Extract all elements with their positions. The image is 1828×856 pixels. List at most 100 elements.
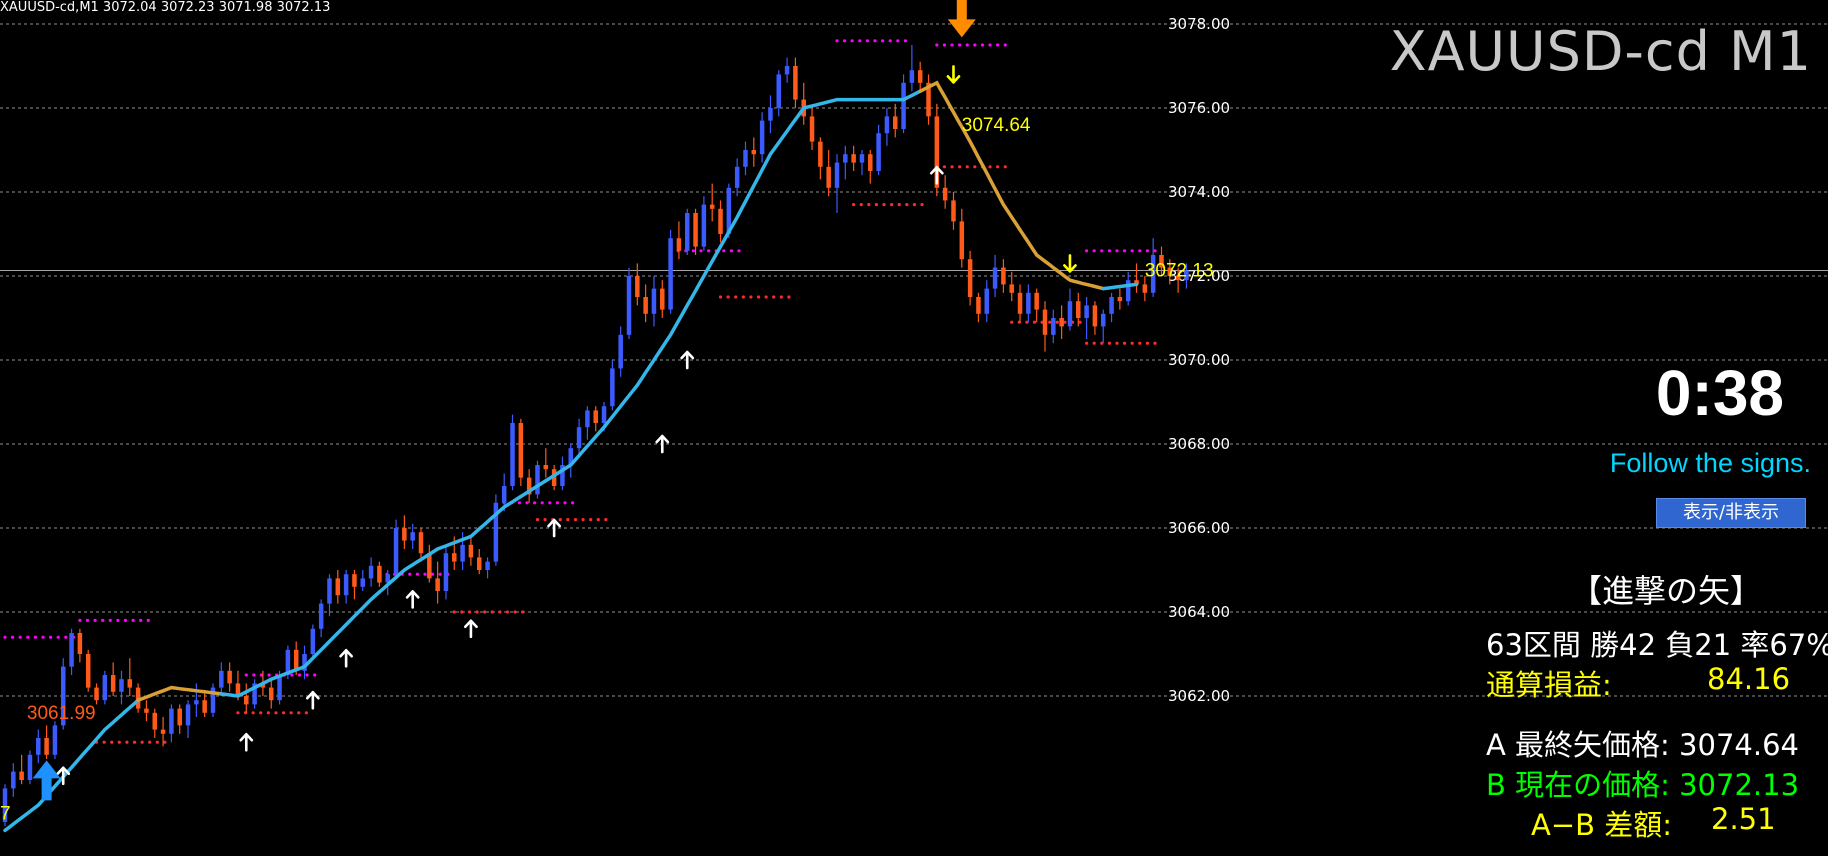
candle-body (884, 116, 890, 134)
resistance-dot (1092, 249, 1096, 253)
support-dot (1123, 341, 1127, 345)
resistance-dot (139, 618, 143, 623)
support-dot (764, 295, 768, 299)
last-arrow-price: A 最終矢価格: 3074.64 (1486, 728, 1799, 762)
candle-body (951, 200, 956, 222)
support-dot (102, 740, 106, 744)
candle-body (743, 150, 748, 167)
support-dot (236, 711, 240, 715)
candle-body (468, 544, 474, 558)
resistance-dot (1100, 249, 1104, 253)
price-label: 3074.64 (962, 115, 1031, 136)
support-dot (573, 518, 578, 522)
support-dot (741, 295, 745, 299)
support-dot (581, 518, 585, 522)
resistance-dot (131, 618, 135, 623)
support-dot (988, 165, 992, 169)
resistance-dot (1138, 249, 1142, 253)
candle-body (1042, 309, 1048, 335)
candle-body (277, 675, 282, 701)
candle-body (169, 708, 174, 734)
candle-body (626, 276, 632, 335)
big-buy-arrow-icon (32, 760, 61, 801)
candle-body (668, 238, 673, 310)
support-dot (897, 203, 901, 207)
support-dot (1153, 341, 1157, 345)
candle-body (268, 687, 274, 701)
support-dot (259, 711, 263, 715)
tagline: Follow the signs. (1609, 448, 1811, 478)
candle-body (693, 213, 698, 247)
resistance-dot (244, 673, 248, 677)
support-dot (787, 295, 791, 299)
candle-body (593, 410, 598, 423)
candle-body (1100, 313, 1106, 327)
candle-body (352, 574, 357, 587)
support-dot (882, 203, 886, 207)
trend-line-down (136, 685, 224, 702)
support-dot (950, 165, 954, 169)
resistance-dot (858, 39, 862, 43)
trend-line-up (219, 89, 922, 698)
candle-body (318, 603, 324, 629)
support-dot (604, 518, 608, 522)
resistance-dot (41, 635, 45, 639)
price-label: 7 (0, 804, 11, 825)
resistance-dot (555, 501, 560, 505)
resistance-dot (988, 43, 992, 47)
support-dot (513, 610, 517, 614)
trend-line-up (1101, 282, 1139, 291)
candle-body (984, 288, 990, 314)
support-dot (558, 518, 562, 522)
resistance-dot (896, 39, 900, 43)
candle-body (377, 565, 382, 583)
candle-body (77, 633, 83, 654)
bar-countdown-timer: 0:38 (1655, 357, 1784, 429)
candle-body (460, 544, 465, 562)
resistance-dot (101, 618, 105, 623)
resistance-dot (64, 635, 68, 639)
support-dot (973, 165, 977, 169)
buy-arrow-icon (405, 590, 420, 609)
candle-body (1034, 292, 1039, 310)
support-dot (912, 203, 917, 207)
resistance-dot (438, 572, 442, 576)
candle-body (443, 553, 449, 591)
total-profit-label: 通算損益: (1486, 668, 1612, 702)
resistance-dot (850, 39, 854, 43)
candle-body (643, 297, 648, 314)
candle-body (335, 578, 341, 596)
candle-body (1125, 280, 1131, 302)
candle-body (27, 754, 33, 780)
total-profit-row: 通算損益: 84.16 (1486, 662, 1790, 704)
candle-body (834, 162, 840, 188)
show-hide-toggle-button[interactable]: 表示/非表示 (1656, 498, 1806, 528)
y-tick-label: 3076.00 (1168, 99, 1230, 117)
candle-body (901, 82, 906, 129)
candle-body (127, 679, 133, 688)
candle-body (452, 553, 457, 562)
candle-body (635, 276, 640, 297)
candle-body (618, 334, 623, 369)
resistance-dot (26, 635, 30, 639)
candle-body (976, 297, 981, 314)
resistance-dot (517, 501, 522, 505)
candle-body (909, 70, 915, 83)
candle-body (1017, 292, 1023, 314)
price-difference-value: 2.51 (1711, 802, 1776, 836)
support-dot (1092, 341, 1096, 345)
resistance-dot (408, 572, 412, 576)
candle-body (610, 368, 615, 407)
price-difference-row: A−B 差額: 2.51 (1531, 802, 1776, 844)
resistance-dot (415, 572, 419, 576)
support-dot (148, 740, 152, 744)
resistance-dot (1153, 249, 1157, 253)
y-tick-label: 3074.00 (1168, 183, 1230, 201)
candle-body (327, 578, 332, 604)
resistance-dot (49, 635, 53, 639)
candle-body (535, 465, 540, 495)
candle-body (393, 528, 399, 575)
candle-body (360, 578, 366, 587)
candle-body (992, 267, 998, 289)
candle-body (751, 150, 757, 155)
